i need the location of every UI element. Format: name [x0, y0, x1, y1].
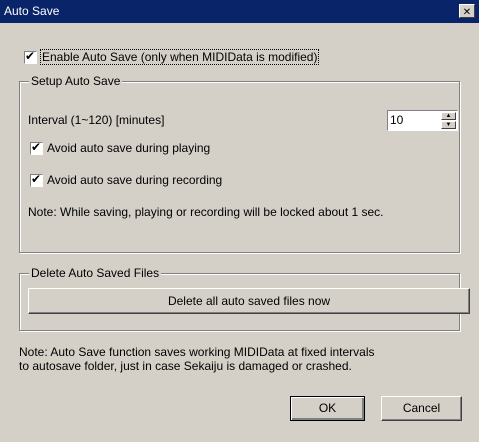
delete-all-button-label: Delete all auto saved files now — [167, 294, 331, 308]
interval-spinner[interactable]: ▲ ▼ — [387, 110, 458, 131]
cancel-button[interactable]: Cancel — [381, 396, 462, 421]
setup-note: Note: While saving, playing or recording… — [28, 205, 384, 219]
checkmark-icon: ✔ — [31, 140, 42, 154]
footer-note-line1: Note: Auto Save function saves working M… — [19, 345, 375, 359]
avoid-playing-label[interactable]: Avoid auto save during playing — [47, 141, 210, 155]
setup-auto-save-group — [19, 81, 460, 253]
delete-all-button[interactable]: Delete all auto saved files now — [28, 288, 470, 314]
close-icon: ✕ — [462, 7, 472, 18]
spin-down-arrow-icon[interactable]: ▼ — [441, 121, 456, 129]
auto-save-dialog: Auto Save ✕ ✔ Enable Auto Save (only whe… — [0, 0, 479, 442]
checkmark-icon: ✔ — [25, 49, 36, 63]
checkmark-icon: ✔ — [31, 172, 42, 186]
enable-auto-save-checkbox[interactable]: ✔ — [24, 49, 37, 64]
avoid-recording-checkbox[interactable]: ✔ — [30, 172, 43, 187]
ok-button[interactable]: OK — [290, 396, 365, 421]
close-button[interactable]: ✕ — [459, 4, 475, 18]
window-title: Auto Save — [4, 4, 60, 18]
interval-input[interactable] — [390, 112, 438, 128]
title-bar[interactable]: Auto Save ✕ — [0, 0, 479, 23]
footer-note-line2: to autosave folder, just in case Sekaiju… — [19, 359, 352, 373]
ok-button-label: OK — [318, 401, 337, 415]
cancel-button-label: Cancel — [402, 401, 441, 415]
avoid-playing-checkbox[interactable]: ✔ — [30, 140, 43, 155]
spin-up-arrow-icon[interactable]: ▲ — [441, 112, 456, 120]
delete-files-title: Delete Auto Saved Files — [29, 266, 162, 280]
avoid-recording-label[interactable]: Avoid auto save during recording — [47, 173, 222, 187]
setup-auto-save-title: Setup Auto Save — [29, 74, 123, 88]
enable-auto-save-label[interactable]: Enable Auto Save (only when MIDIData is … — [39, 49, 320, 65]
interval-label: Interval (1~120) [minutes] — [28, 113, 165, 127]
